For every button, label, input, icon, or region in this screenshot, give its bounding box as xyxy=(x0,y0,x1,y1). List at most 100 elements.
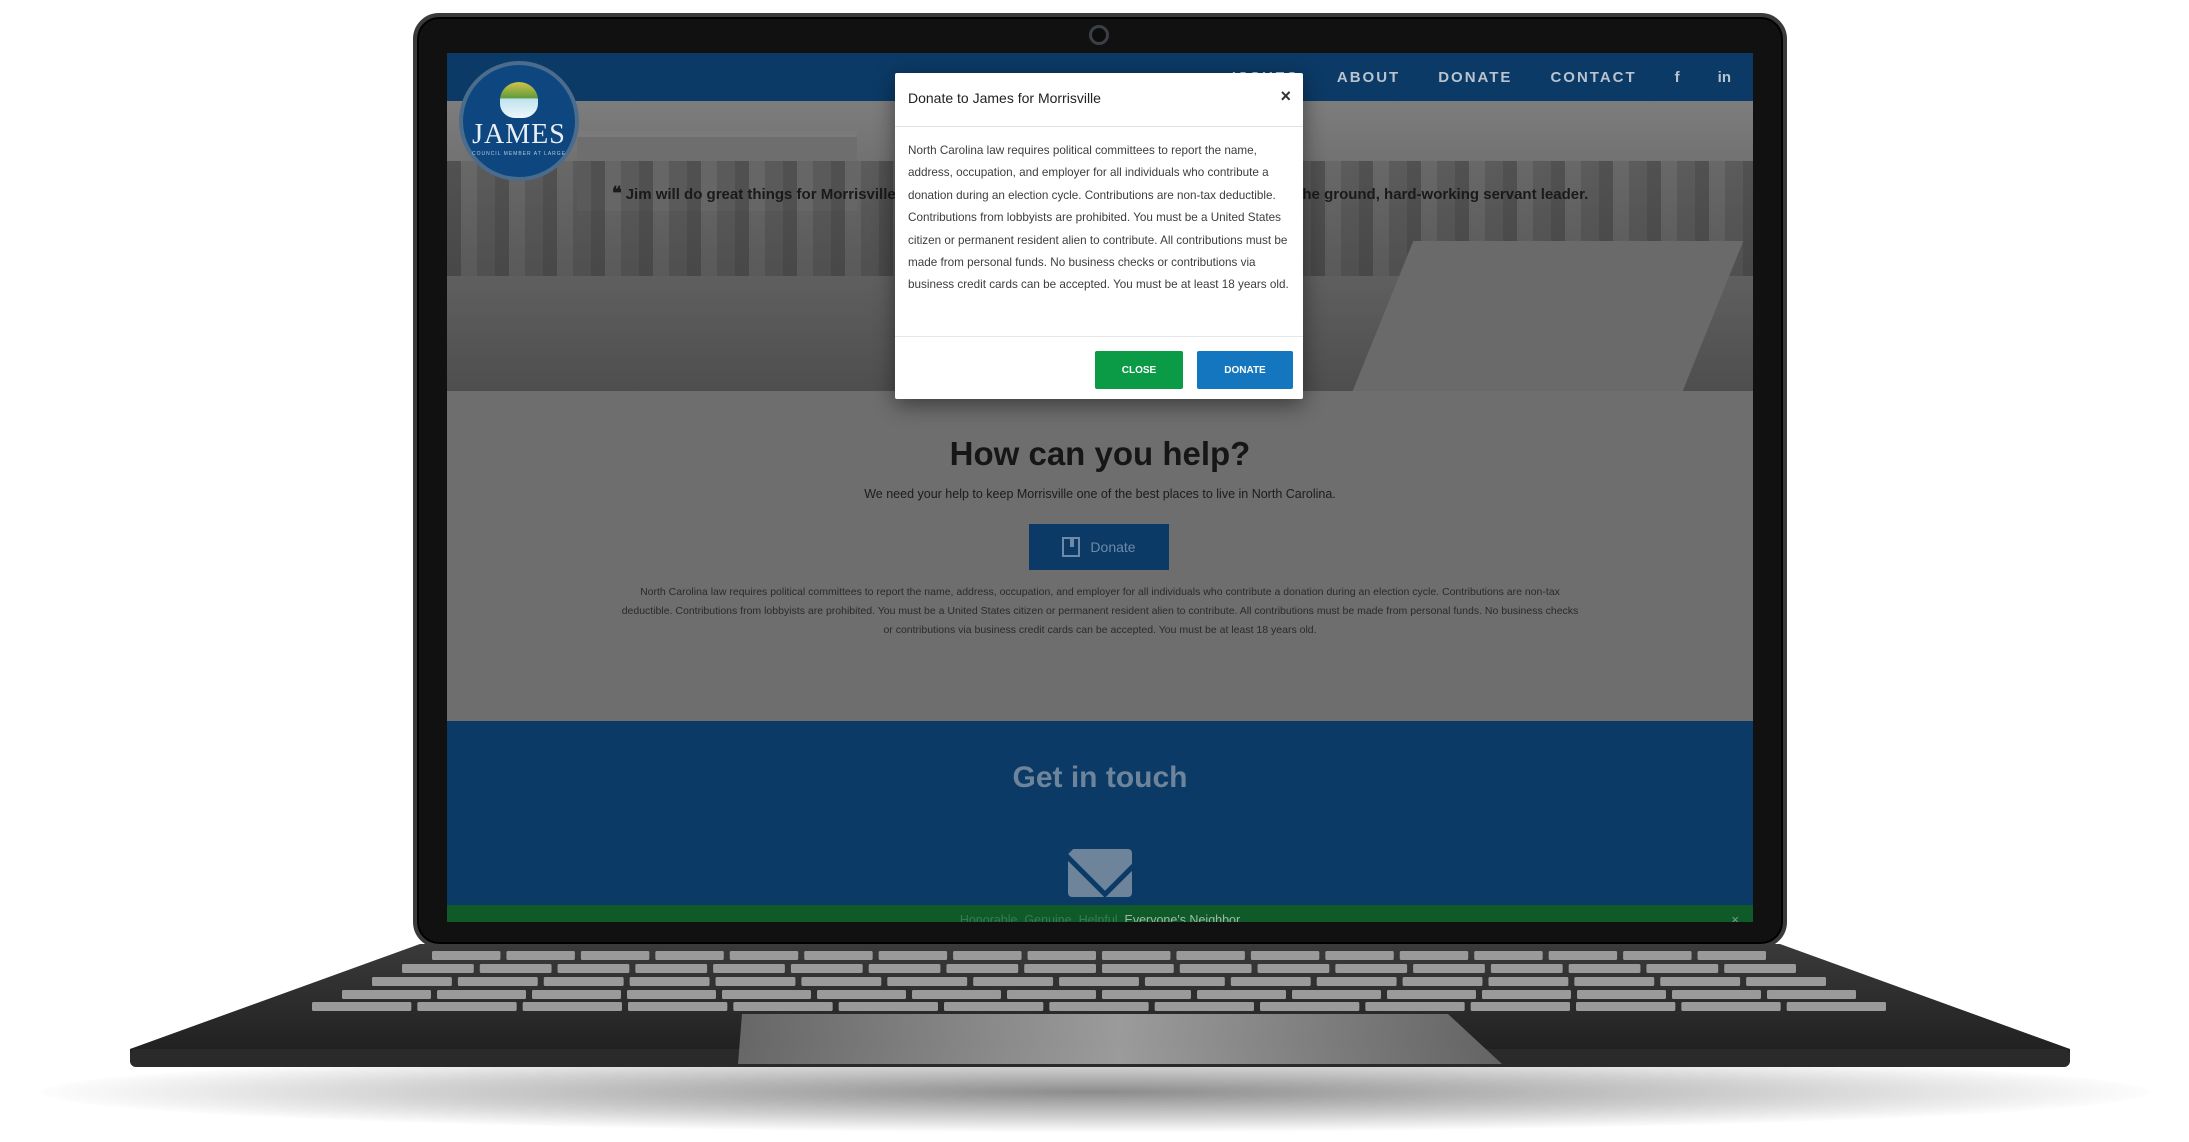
donate-icon xyxy=(1062,537,1081,557)
keyboard-key xyxy=(1402,977,1483,986)
keyboard-key xyxy=(655,951,724,960)
keyboard-key xyxy=(1154,1002,1254,1011)
keyboard-key xyxy=(479,964,552,973)
keyboard-key xyxy=(627,990,716,999)
keyboard-key xyxy=(1482,990,1571,999)
keyboard-key xyxy=(543,977,624,986)
keyboard-key xyxy=(1144,977,1225,986)
help-section: How can you help? We need your help to k… xyxy=(447,391,1753,721)
modal-donate-button[interactable]: DONATE xyxy=(1197,351,1293,389)
donate-button-label: Donate xyxy=(1090,539,1136,555)
keyboard-key xyxy=(973,977,1054,986)
keyboard-key xyxy=(1488,977,1569,986)
keyboard-key xyxy=(912,990,1001,999)
keyboard-key xyxy=(628,1002,728,1011)
keyboard-key xyxy=(1102,964,1174,973)
laptop-base xyxy=(130,944,2070,1082)
keyboard-key xyxy=(522,1002,622,1011)
keyboard-key xyxy=(1767,990,1856,999)
modal-footer: CLOSE DONATE xyxy=(895,337,1303,399)
keyboard-key xyxy=(1548,951,1618,960)
quote-text-start: Jim will do great things for Morrisville… xyxy=(625,186,915,203)
nav-link-donate[interactable]: DONATE xyxy=(1438,69,1512,86)
keyboard-key xyxy=(1179,964,1252,973)
close-icon[interactable]: × xyxy=(1731,905,1739,922)
quote-text-end: on the ground, hard-working servant lead… xyxy=(1274,186,1589,203)
keyboard-key xyxy=(1024,964,1096,973)
keyboard-key xyxy=(635,964,708,973)
keyboard-key xyxy=(372,977,452,986)
mail-icon[interactable] xyxy=(1068,849,1132,897)
keyboard-key xyxy=(1681,1002,1781,1011)
keyboard-key xyxy=(729,951,799,960)
site-logo[interactable]: JAMES COUNCIL MEMBER AT LARGE xyxy=(459,61,579,181)
keyboard-key xyxy=(1786,1002,1886,1011)
facebook-icon[interactable]: f xyxy=(1675,69,1680,86)
modal-close-icon[interactable]: × xyxy=(1280,86,1291,107)
footer-emphasis: Everyone's Neighbor xyxy=(1124,913,1241,922)
keyboard-key xyxy=(457,977,538,986)
keyboard-key xyxy=(1260,1002,1360,1011)
keyboard-key xyxy=(312,1002,412,1011)
footer-banner: Honorable. Genuine. Helpful. Everyone's … xyxy=(447,905,1753,922)
keyboard-deck xyxy=(130,944,2070,1067)
keyboard-key xyxy=(1007,990,1096,999)
donate-modal: Donate to James for Morrisville × North … xyxy=(895,73,1303,399)
donate-button[interactable]: Donate xyxy=(1029,524,1169,570)
keyboard-key xyxy=(817,990,906,999)
camera-icon xyxy=(1089,25,1109,45)
modal-header: Donate to James for Morrisville × xyxy=(895,73,1303,127)
keyboard-key xyxy=(801,977,882,986)
keyboard-key xyxy=(1230,977,1311,986)
keyboard-key xyxy=(342,990,431,999)
keyboard-key xyxy=(1176,951,1245,960)
keyboard-key xyxy=(1365,1002,1465,1011)
keyboard-key xyxy=(1292,990,1381,999)
keyboard-key xyxy=(1059,977,1139,986)
keyboard-key xyxy=(946,964,1019,973)
nav-links: ISSUES ABOUT DONATE CONTACT f in xyxy=(1232,53,1731,101)
keyboard-key xyxy=(1574,977,1655,986)
help-subtitle: We need your help to keep Morrisville on… xyxy=(864,487,1336,501)
quote-icon: ❝ xyxy=(612,183,622,204)
logo-emblem xyxy=(500,81,538,118)
keyboard-key xyxy=(580,951,650,960)
keyboard-key xyxy=(557,964,630,973)
close-button[interactable]: CLOSE xyxy=(1095,351,1183,389)
keyboard-key xyxy=(532,990,621,999)
keyboard-key xyxy=(1102,990,1191,999)
linkedin-icon[interactable]: in xyxy=(1718,69,1731,86)
keyboard-key xyxy=(1474,951,1543,960)
modal-body: North Carolina law requires political co… xyxy=(895,127,1303,337)
keyboard-key xyxy=(838,1002,938,1011)
laptop-mockup: ISSUES ABOUT DONATE CONTACT f in JAMES C… xyxy=(0,0,2189,1142)
nav-link-contact[interactable]: CONTACT xyxy=(1550,69,1636,86)
keyboard-key xyxy=(1697,951,1766,960)
keyboard-key xyxy=(733,1002,833,1011)
keyboard-key xyxy=(1746,977,1826,986)
contact-section: Get in touch xyxy=(447,721,1753,905)
modal-title: Donate to James for Morrisville xyxy=(908,90,1101,106)
keyboard-key xyxy=(887,977,968,986)
keyboard-key xyxy=(878,951,948,960)
keyboard-key xyxy=(715,977,796,986)
keyboard-key xyxy=(506,951,575,960)
keyboard-key xyxy=(1623,951,1692,960)
contact-title: Get in touch xyxy=(1012,761,1188,794)
keyboard-key xyxy=(1646,964,1719,973)
keyboard-key xyxy=(1387,990,1476,999)
keyboard-key xyxy=(432,951,501,960)
keyboard-key xyxy=(1335,964,1408,973)
keyboard-key xyxy=(1576,1002,1676,1011)
keyboard-key xyxy=(1316,977,1397,986)
keyboard-key xyxy=(953,951,1022,960)
keyboard-key xyxy=(1325,951,1394,960)
keyboard-key xyxy=(1049,1002,1149,1011)
keyboard-key xyxy=(713,964,785,973)
nav-link-about[interactable]: ABOUT xyxy=(1337,69,1400,86)
footer-tagline: Honorable. Genuine. Helpful. xyxy=(959,913,1122,922)
logo-subtitle: COUNCIL MEMBER AT LARGE xyxy=(471,150,567,157)
help-title: How can you help? xyxy=(949,435,1251,472)
keyboard-key xyxy=(804,951,873,960)
keyboard-key xyxy=(1399,951,1469,960)
